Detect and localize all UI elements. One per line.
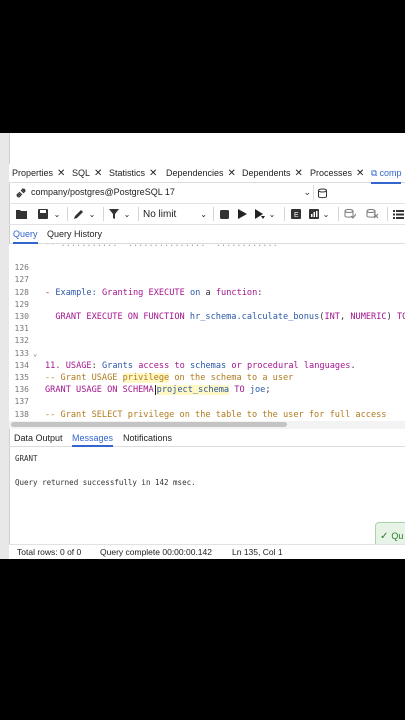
code-line: 139 xyxy=(9,409,405,421)
limit-value: No limit xyxy=(143,208,177,220)
query-status: Query complete 00:00:00.142 xyxy=(100,547,212,557)
edit-pencil-icon[interactable] xyxy=(71,206,85,222)
tab-notifications[interactable]: Notifications xyxy=(123,431,172,445)
code-line: 137 -- Grant SELECT privilege on the tab… xyxy=(9,384,405,419)
tab-label: comp xyxy=(379,168,402,178)
message-result: Query returned successfully in 142 msec. xyxy=(15,478,196,487)
toast-text: Qu xyxy=(391,531,404,541)
connection-value: company/postgres@PostgreSQL 17 xyxy=(31,187,175,197)
tab-processes[interactable]: Processes ✕ xyxy=(310,164,364,182)
explain-analyze-icon[interactable] xyxy=(307,206,321,222)
chevron-down-icon: ⌄ xyxy=(303,187,311,197)
query-toolbar: ⌄ ⌄ ⌄ No limit ⌄ ⌄ E ⌄ xyxy=(9,204,405,225)
tab-label: Dependents xyxy=(242,168,291,178)
code-line: 127 - Example: Granting EXECUTE on a fun… xyxy=(9,262,405,297)
panel-tab-bar: Properties ✕ SQL ✕ Statistics ✕ Dependencie… xyxy=(9,164,405,184)
connection-status-icon[interactable] xyxy=(14,186,28,200)
tab-dependencies[interactable]: Dependencies ✕ xyxy=(166,164,236,182)
tab-label: Statistics xyxy=(109,168,146,178)
tab-query-history[interactable]: Query History xyxy=(47,227,102,242)
code-line: 131 xyxy=(9,311,405,333)
query-tool-icon: ⧉ xyxy=(371,168,378,178)
query-tool-window: Properties ✕ SQL ✕ Statistics ✕ Dependencie… xyxy=(0,133,405,559)
tab-sql[interactable]: SQL ✕ xyxy=(72,164,102,182)
tab-statistics[interactable]: Statistics ✕ xyxy=(109,164,157,182)
tab-query-tool[interactable]: ⧉ comp xyxy=(371,164,402,184)
chevron-down-icon[interactable]: ⌄ xyxy=(122,206,132,222)
total-rows: Total rows: 0 of 0 xyxy=(17,547,82,557)
tab-data-output[interactable]: Data Output xyxy=(14,431,63,445)
code-line: 129 GRANT EXECUTE ON FUNCTION hr_schema.… xyxy=(9,287,405,322)
limit-select[interactable]: No limit ⌄ xyxy=(143,206,209,222)
code-line-active: 135 GRANT USAGE ON SCHEMA project_schema … xyxy=(9,360,405,396)
code-line: 133 xyxy=(9,335,405,358)
code-line: 126 xyxy=(9,250,405,272)
code-line: 136 xyxy=(9,372,405,394)
tab-label: SQL xyxy=(72,168,91,178)
close-icon[interactable]: ✕ xyxy=(356,168,364,179)
sql-editor[interactable]: -- ........... ............... .........… xyxy=(9,244,405,421)
editor-horizontal-scrollbar[interactable] xyxy=(9,421,405,429)
svg-text:E: E xyxy=(294,212,299,219)
filter-icon[interactable] xyxy=(107,206,121,222)
close-icon[interactable]: ✕ xyxy=(228,168,236,179)
macros-icon[interactable] xyxy=(391,206,405,222)
close-icon[interactable]: ✕ xyxy=(57,168,65,179)
code-line: 128 xyxy=(9,274,405,297)
scrollbar-thumb[interactable] xyxy=(11,422,287,427)
explain-icon[interactable]: E xyxy=(289,206,303,222)
message-command: GRANT xyxy=(15,454,38,463)
chevron-down-icon: ⌄ xyxy=(200,209,207,219)
cursor-position: Ln 135, Col 1 xyxy=(232,547,283,557)
close-icon[interactable]: ✕ xyxy=(149,168,157,179)
connection-select[interactable]: company/postgres@PostgreSQL 17 ⌄ xyxy=(31,185,313,200)
stop-icon[interactable] xyxy=(217,206,231,222)
save-icon[interactable] xyxy=(36,206,50,222)
tab-label: Properties xyxy=(12,168,54,178)
chevron-down-icon[interactable]: ⌄ xyxy=(52,206,62,222)
code-line: 132 ⌄ 11. USAGE: Grants access to schema… xyxy=(9,323,405,370)
tab-messages[interactable]: Messages xyxy=(72,431,114,447)
query-editor-tabs: Query Query History xyxy=(9,227,405,244)
chevron-down-icon[interactable]: ⌄ xyxy=(87,206,97,222)
check-circle-icon: ✓ xyxy=(380,530,389,542)
code-line: 130 xyxy=(9,299,405,321)
execute-options-icon[interactable] xyxy=(253,206,267,222)
connection-bar: company/postgres@PostgreSQL 17 ⌄ xyxy=(9,183,405,204)
rollback-icon[interactable] xyxy=(365,206,379,222)
tab-label: Processes xyxy=(310,168,353,178)
chevron-down-icon[interactable]: ⌄ xyxy=(267,206,277,222)
tab-dependents[interactable]: Dependents ✕ xyxy=(242,164,303,182)
tab-label: Dependencies xyxy=(166,168,224,178)
tab-query[interactable]: Query xyxy=(13,227,38,244)
close-icon[interactable]: ✕ xyxy=(94,168,102,179)
output-tabs: Data Output Messages Notifications xyxy=(9,429,405,447)
commit-icon[interactable] xyxy=(343,206,357,222)
tab-properties[interactable]: Properties ✕ xyxy=(12,164,65,182)
chevron-down-icon[interactable]: ⌄ xyxy=(321,206,331,222)
execute-icon[interactable] xyxy=(235,206,249,222)
code-line: 134 -- Grant USAGE privilege on the sche… xyxy=(9,348,405,383)
open-file-icon[interactable] xyxy=(14,206,28,222)
close-icon[interactable]: ✕ xyxy=(295,168,303,179)
status-bar: Total rows: 0 of 0 Query complete 00:00:… xyxy=(9,544,405,559)
code-line: 138 GRANT SELECT ON project_schema.tasks… xyxy=(9,396,405,419)
new-connection-icon[interactable] xyxy=(313,185,330,201)
